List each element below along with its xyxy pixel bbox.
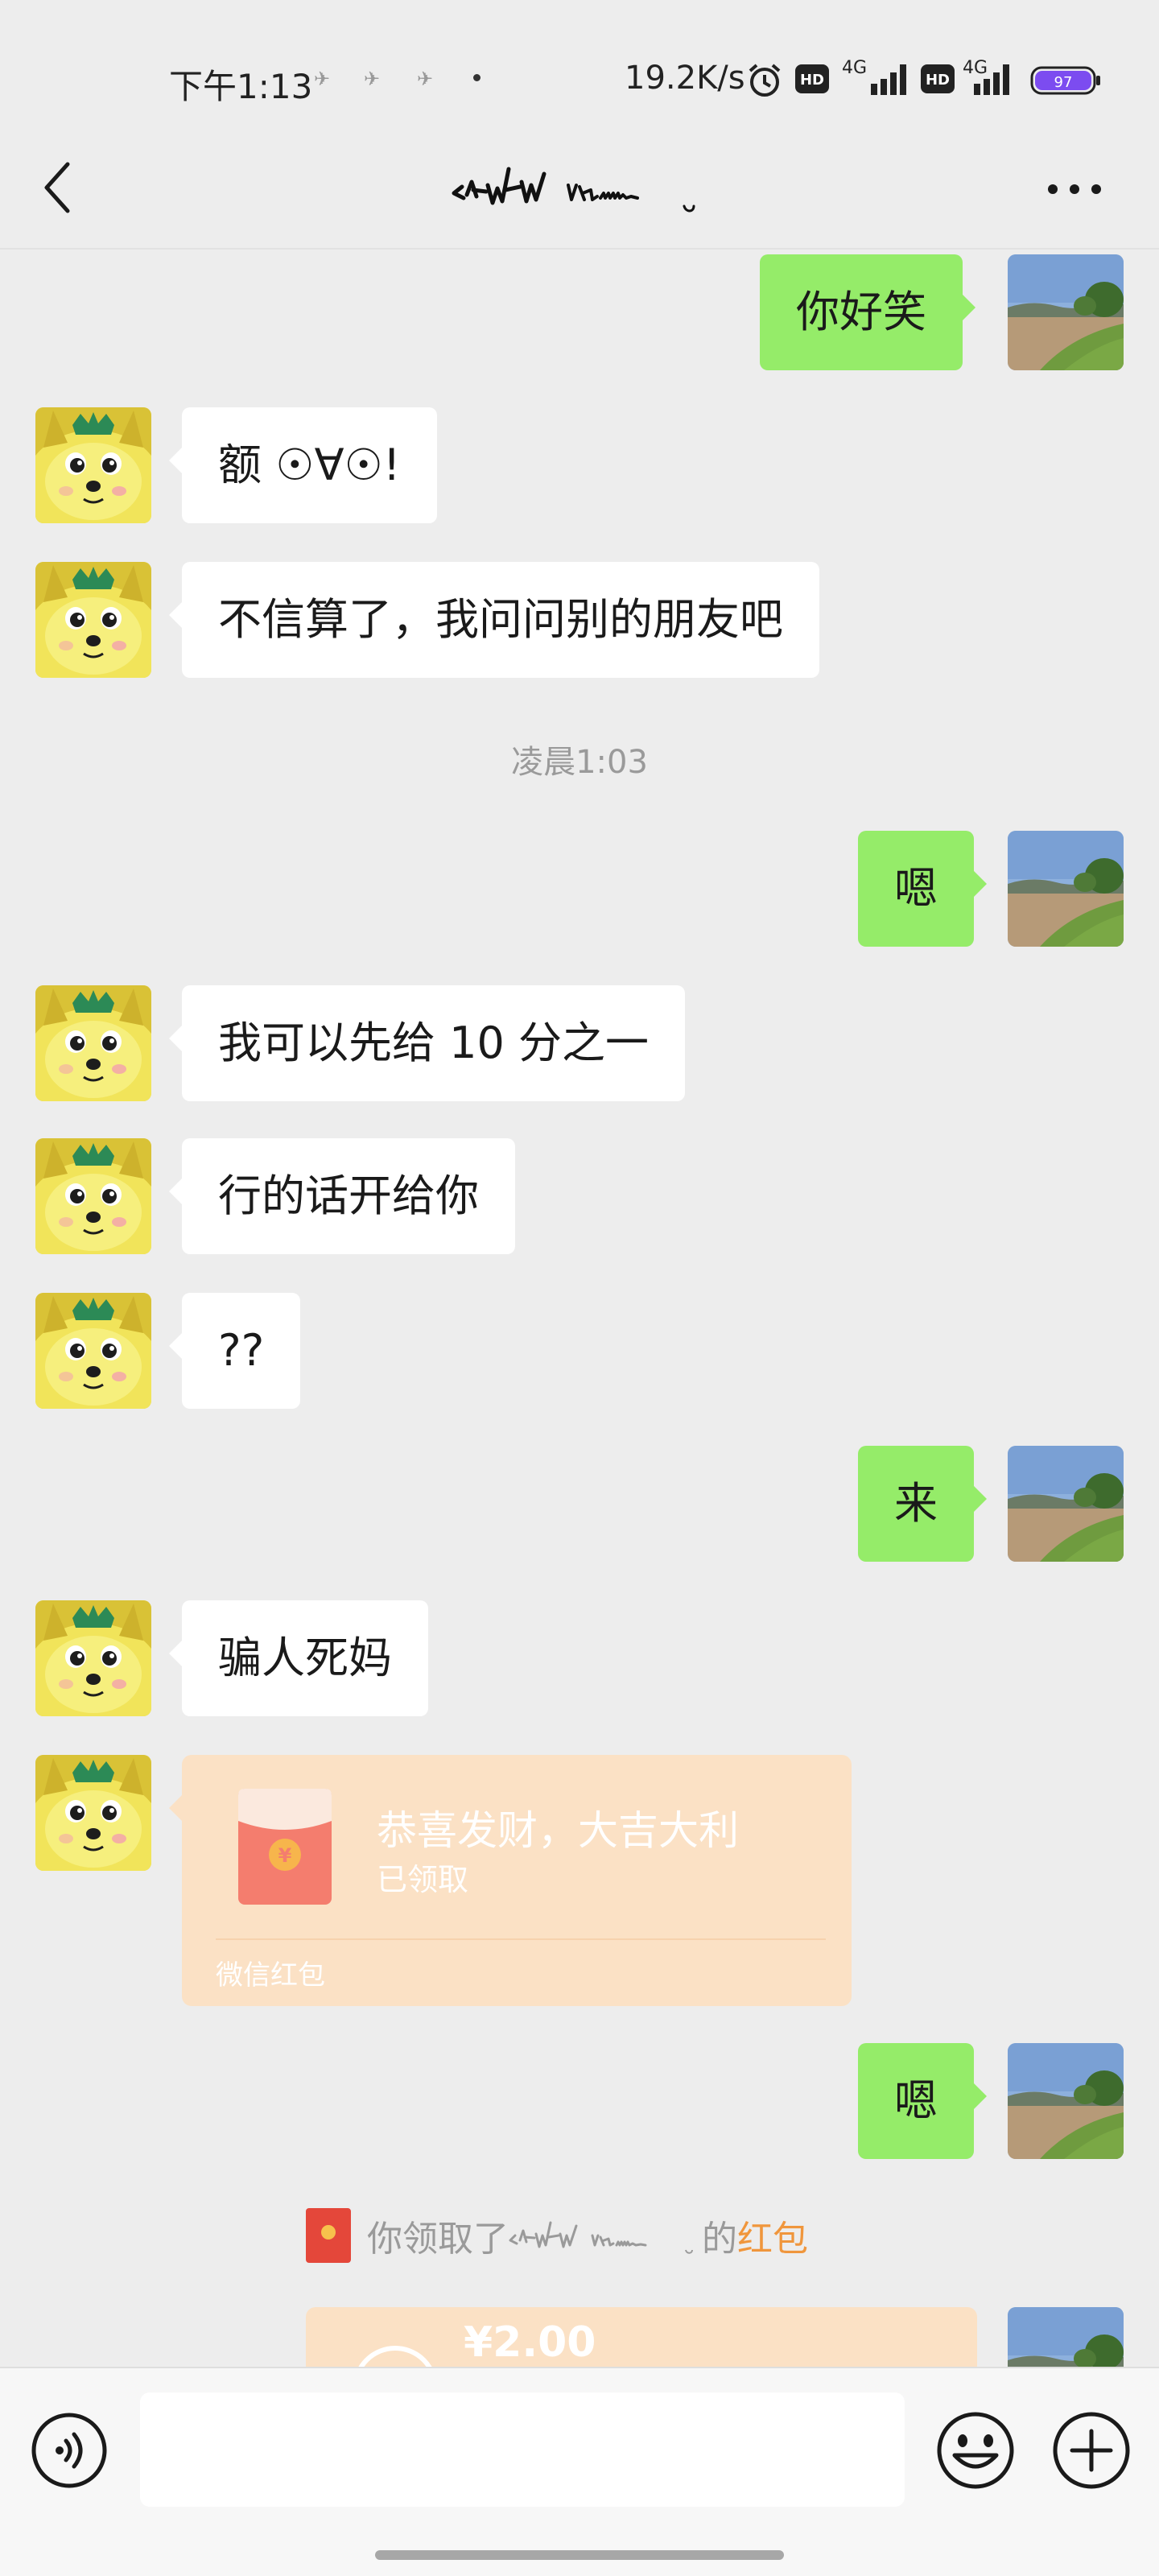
message-bubble-incoming[interactable]: 不信算了，我问问别的朋友吧 [169, 562, 819, 678]
red-packet-amount: ¥2.00 [464, 2318, 596, 2367]
my-avatar[interactable] [1008, 831, 1124, 947]
my-avatar[interactable] [1008, 2307, 1124, 2367]
red-packet-small-icon [306, 2208, 351, 2263]
alarm-icon [749, 64, 781, 97]
red-packet-card[interactable]: ¥ 恭喜发财，大吉大利 已领取 微信红包 [169, 1755, 852, 2006]
message-timestamp: 凌晨1:03 [511, 744, 648, 781]
home-indicator[interactable] [375, 2550, 784, 2560]
svg-text:HD: HD [926, 72, 950, 89]
divider [216, 1938, 826, 1940]
message-bubble-outgoing[interactable]: 你好笑 [760, 254, 975, 370]
more-functions-button[interactable] [1050, 2409, 1133, 2492]
status-bar: 下午1:13 ✈ ✈ ✈ 19.2K/s HD 4G HD 4G 97 [0, 0, 1159, 145]
input-bar [0, 2367, 1159, 2576]
message-bubble-incoming[interactable]: 骗人死妈 [169, 1600, 428, 1716]
system-notice: 你领取了 的 红包 [306, 2207, 808, 2264]
sender-signature [509, 2221, 693, 2254]
svg-text:97: 97 [1054, 74, 1073, 91]
more-dots-icon [1048, 184, 1101, 194]
contact-avatar[interactable] [35, 407, 151, 523]
red-packet-title: 恭喜发财，大吉大利 [377, 1807, 739, 1854]
svg-text:HD: HD [800, 72, 824, 89]
battery-icon: 97 [1030, 66, 1100, 95]
voice-input-button[interactable] [29, 2410, 109, 2491]
status-time: 下午1:13 [169, 67, 313, 106]
coin-icon [358, 2346, 432, 2367]
message-bubble-outgoing[interactable]: 嗯 [858, 831, 987, 947]
more-notifications-icon [473, 74, 481, 81]
contact-avatar[interactable] [35, 1755, 151, 1871]
back-button[interactable] [32, 151, 80, 224]
contact-avatar[interactable] [35, 1600, 151, 1716]
my-avatar[interactable] [1008, 2043, 1124, 2159]
notification-icon: ✈ [364, 68, 381, 90]
chevron-left-icon [44, 162, 70, 213]
red-packet-card-outgoing[interactable]: ¥2.00 [306, 2307, 977, 2367]
contact-avatar[interactable] [35, 562, 151, 678]
contact-avatar[interactable] [35, 1293, 151, 1409]
chat-title-signature [452, 167, 695, 213]
nav-bar [0, 129, 1159, 250]
contact-avatar[interactable] [35, 1138, 151, 1254]
my-avatar[interactable] [1008, 1446, 1124, 1562]
hd-icon: HD [921, 64, 955, 93]
notice-suffix: 的 [702, 2219, 737, 2260]
signal-icon [974, 64, 1009, 95]
notice-prefix: 你领取了 [367, 2219, 509, 2260]
message-bubble-incoming[interactable]: 我可以先给 10 分之一 [168, 985, 686, 1101]
message-bubble-outgoing[interactable]: 嗯 [858, 2043, 987, 2159]
message-bubble-incoming[interactable]: 额 ☉∀☉! [169, 407, 437, 523]
my-avatar[interactable] [1008, 254, 1124, 370]
more-options-button[interactable] [1038, 161, 1111, 217]
notification-icon: ✈ [417, 68, 434, 90]
red-packet-status: 已领取 [377, 1862, 469, 1897]
chat-screen: 下午1:13 ✈ ✈ ✈ 19.2K/s HD 4G HD 4G 97 你好笑 … [0, 0, 1159, 2576]
message-input[interactable] [140, 2392, 905, 2507]
red-envelope-icon: ¥ [238, 1789, 332, 1905]
svg-text:¥: ¥ [278, 1844, 292, 1867]
network-speed: 19.2K/s [625, 60, 745, 97]
signal-icon [871, 64, 906, 95]
message-bubble-incoming[interactable]: ?? [168, 1293, 301, 1409]
hd-icon: HD [795, 64, 829, 93]
red-packet-footer: 微信红包 [216, 1959, 325, 1992]
message-bubble-outgoing[interactable]: 来 [858, 1446, 987, 1562]
emoji-button[interactable] [934, 2409, 1017, 2492]
red-packet-link[interactable]: 红包 [737, 2210, 808, 2261]
message-bubble-incoming[interactable]: 行的话开给你 [169, 1138, 515, 1254]
notification-icon: ✈ [314, 68, 331, 90]
contact-avatar[interactable] [35, 985, 151, 1101]
